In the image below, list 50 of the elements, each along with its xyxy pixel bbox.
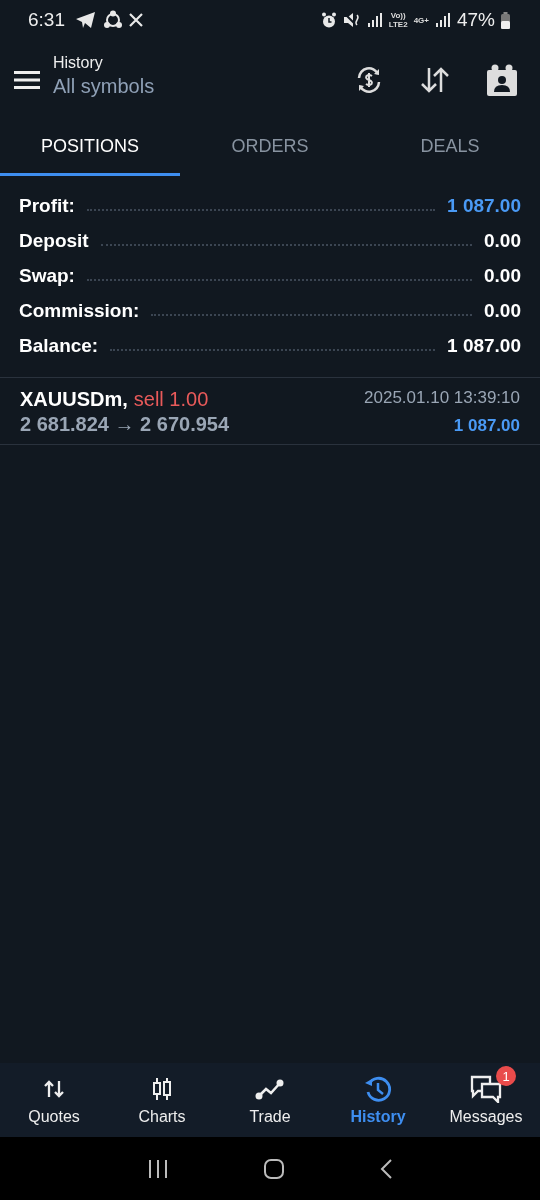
nav-tab[interactable]: Quotes — [0, 1063, 108, 1137]
signal-icon — [366, 12, 383, 28]
price-range: 2 681.824 → 2 670.954 — [20, 413, 230, 436]
share-icon — [103, 10, 123, 30]
clock: 6:31 — [28, 9, 65, 31]
history-icon — [364, 1075, 392, 1103]
trend-line-icon — [255, 1078, 285, 1100]
screen-title: History — [53, 54, 104, 72]
x-icon — [129, 13, 143, 27]
summary-label: Commission: — [19, 299, 140, 322]
trade-side: sell 1.00 — [133, 388, 209, 410]
deal-time: 2025.01.10 13:39:10 — [364, 388, 520, 408]
summary-label: Swap: — [19, 264, 75, 287]
recent-apps-icon[interactable] — [147, 1157, 169, 1180]
arrows-icon — [43, 1079, 65, 1099]
battery-level: 47% — [456, 9, 495, 31]
summary-label: Deposit — [19, 229, 89, 252]
back-icon[interactable] — [379, 1157, 393, 1180]
nav-tab[interactable]: History — [324, 1063, 432, 1137]
nav-tab[interactable]: Charts — [108, 1063, 216, 1137]
tab[interactable]: DEALS — [360, 120, 540, 176]
tab[interactable]: ORDERS — [180, 120, 360, 176]
mute-icon — [342, 12, 361, 28]
tab[interactable]: POSITIONS — [0, 120, 180, 176]
network-label: 4G+ — [413, 15, 429, 25]
summary-value: 0.00 — [484, 264, 521, 287]
summary-value: 1 087.00 — [447, 334, 521, 357]
unread-badge: 1 — [496, 1066, 516, 1086]
chat-bubbles-icon — [470, 1075, 502, 1103]
nav-tab[interactable]: 1 Messages — [432, 1063, 540, 1137]
summary-value: 1 087.00 — [447, 194, 521, 217]
summary-label: Profit: — [19, 194, 75, 217]
candlestick-icon — [151, 1077, 173, 1101]
telegram-icon — [75, 11, 97, 29]
sort-icon[interactable] — [420, 66, 450, 94]
contact-card-icon[interactable] — [486, 64, 518, 96]
nav-tab[interactable]: Trade — [216, 1063, 324, 1137]
home-icon[interactable] — [263, 1157, 285, 1180]
signal-icon — [434, 12, 451, 28]
menu-icon[interactable] — [14, 70, 40, 90]
summary-value: 0.00 — [484, 229, 521, 252]
symbol-filter[interactable]: All symbols — [53, 75, 155, 98]
position-profit: 1 087.00 — [453, 416, 520, 436]
battery-icon — [501, 11, 510, 29]
position-row[interactable]: XAUUSDm, sell 1.00 2 681.824 → 2 670.954 2025.01.10 13:39:10 1 087.00 — [0, 377, 540, 445]
symbol-name: XAUUSDm, — [20, 388, 128, 410]
volte-label: Vo)) LTE2 — [388, 11, 408, 29]
alarm-icon — [320, 11, 337, 29]
summary-label: Balance: — [19, 334, 99, 357]
summary-value: 0.00 — [484, 299, 521, 322]
